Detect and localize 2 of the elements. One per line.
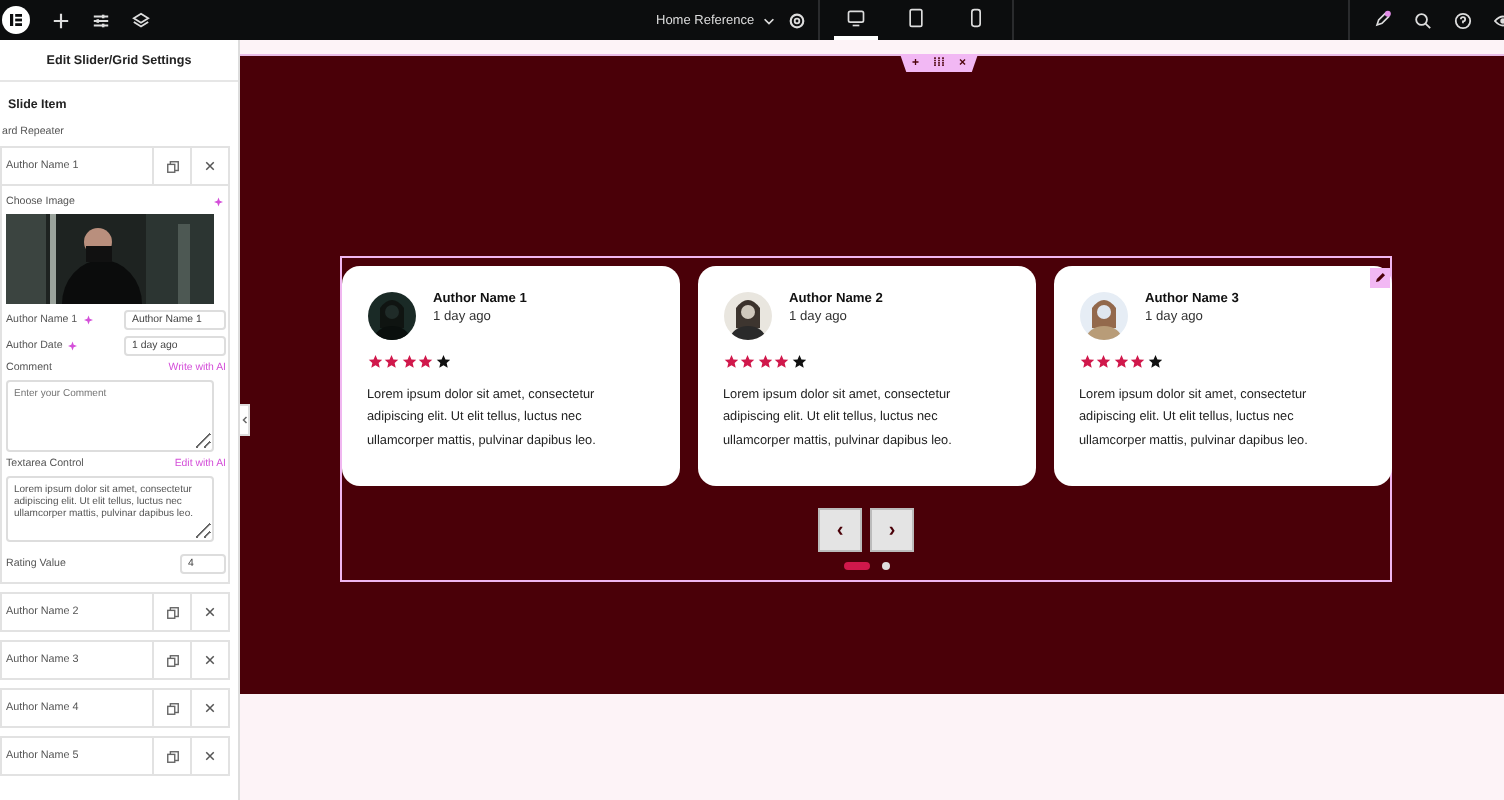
next-button[interactable]: › <box>870 508 914 552</box>
previous-button[interactable]: ‹ <box>818 508 862 552</box>
